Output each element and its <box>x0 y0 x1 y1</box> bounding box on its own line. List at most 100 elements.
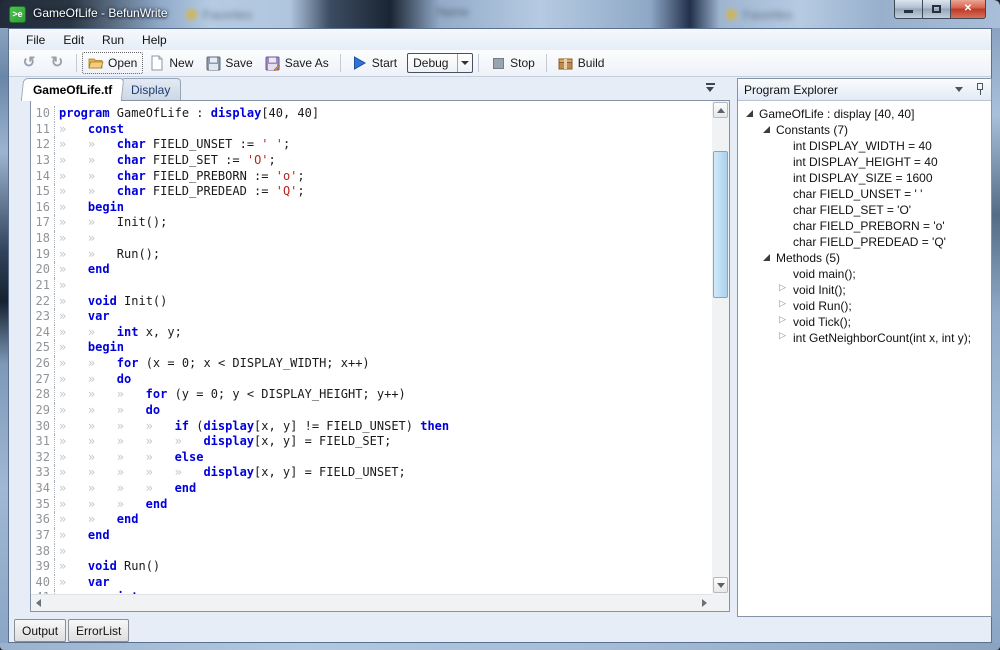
tree-item[interactable]: GameOfLife : display [40, 40] <box>738 106 991 122</box>
tab-errorlist[interactable]: ErrorList <box>68 619 129 642</box>
tree-item[interactable]: void main(); <box>738 266 991 282</box>
horizontal-scrollbar[interactable] <box>31 594 712 611</box>
code-line[interactable]: 30»»»»if (display[x, y] != FIELD_UNSET) … <box>31 419 712 435</box>
undo-button[interactable]: ↺ <box>15 52 43 74</box>
code-line[interactable]: 36»»end <box>31 512 712 528</box>
menu-run[interactable]: Run <box>93 31 133 49</box>
expander-expanded-icon[interactable] <box>762 125 772 135</box>
stop-button[interactable]: Stop <box>484 52 541 74</box>
tree-item[interactable]: void Init(); <box>738 282 991 298</box>
code-line[interactable]: 31»»»»»display[x, y] = FIELD_SET; <box>31 434 712 450</box>
expander-expanded-icon[interactable] <box>745 109 755 119</box>
tab-marker: » <box>117 450 146 466</box>
minimize-button[interactable] <box>894 0 923 19</box>
line-number: 26 <box>31 356 55 372</box>
code-line[interactable]: 12»»char FIELD_UNSET := ' '; <box>31 137 712 153</box>
menu-file[interactable]: File <box>17 31 54 49</box>
code-line[interactable]: 14»»char FIELD_PREBORN := 'o'; <box>31 169 712 185</box>
app-window: Favorites Name Favorites >e GameOfLife -… <box>0 0 1000 650</box>
code-area[interactable]: 10program GameOfLife : display[40, 40]11… <box>31 101 712 594</box>
code-line[interactable]: 35»»»end <box>31 497 712 513</box>
code-line[interactable]: 28»»»for (y = 0; y < DISPLAY_HEIGHT; y++… <box>31 387 712 403</box>
code-line[interactable]: 10program GameOfLife : display[40, 40] <box>31 106 712 122</box>
expander-collapsed-icon[interactable] <box>779 301 789 311</box>
expander-collapsed-icon[interactable] <box>779 333 789 343</box>
expander-expanded-icon[interactable] <box>762 253 772 263</box>
code-line[interactable]: 27»»do <box>31 372 712 388</box>
line-number: 35 <box>31 497 55 513</box>
titlebar[interactable]: Favorites Name Favorites >e GameOfLife -… <box>0 0 1000 28</box>
tab-output[interactable]: Output <box>14 619 66 642</box>
scroll-down-button[interactable] <box>713 577 728 593</box>
line-number: 37 <box>31 528 55 544</box>
tab-gameoflife[interactable]: GameOfLife.tf <box>21 78 125 101</box>
tab-list-dropdown-icon[interactable] <box>704 82 716 94</box>
tree-item[interactable]: Constants (7) <box>738 122 991 138</box>
line-number: 11 <box>31 122 55 138</box>
build-button[interactable]: Build <box>552 52 611 74</box>
tree-item[interactable]: int DISPLAY_HEIGHT = 40 <box>738 154 991 170</box>
tree-item[interactable]: int DISPLAY_WIDTH = 40 <box>738 138 991 154</box>
code-line[interactable]: 24»»int x, y; <box>31 325 712 341</box>
new-file-icon <box>149 55 165 71</box>
code-line[interactable]: 19»»Run(); <box>31 247 712 263</box>
tree-item[interactable]: char FIELD_SET = 'O' <box>738 202 991 218</box>
start-button[interactable]: Start <box>346 52 403 74</box>
vertical-scrollbar[interactable] <box>712 101 729 594</box>
maximize-button[interactable] <box>923 0 951 19</box>
code-line[interactable]: 29»»»do <box>31 403 712 419</box>
code-line[interactable]: 38» <box>31 544 712 560</box>
vertical-scroll-thumb[interactable] <box>713 151 728 298</box>
code-line[interactable]: 22»void Init() <box>31 294 712 310</box>
code-line[interactable]: 21» <box>31 278 712 294</box>
code-line[interactable]: 26»»for (x = 0; x < DISPLAY_WIDTH; x++) <box>31 356 712 372</box>
tree-item[interactable]: void Tick(); <box>738 314 991 330</box>
code-line[interactable]: 13»»char FIELD_SET := 'O'; <box>31 153 712 169</box>
window-title: GameOfLife - BefunWrite <box>33 6 168 20</box>
window-border-left <box>0 28 8 650</box>
menu-edit[interactable]: Edit <box>54 31 93 49</box>
tab-display[interactable]: Display <box>120 78 181 100</box>
scroll-up-button[interactable] <box>713 102 728 118</box>
close-button[interactable]: ✕ <box>951 0 986 19</box>
code-line[interactable]: 15»»char FIELD_PREDEAD := 'Q'; <box>31 184 712 200</box>
code-line[interactable]: 23»var <box>31 309 712 325</box>
code-line[interactable]: 17»»Init(); <box>31 215 712 231</box>
code-line[interactable]: 18»» <box>31 231 712 247</box>
new-button[interactable]: New <box>143 52 199 74</box>
debug-mode-select[interactable]: Debug <box>407 53 473 73</box>
redo-button[interactable]: ↻ <box>43 52 71 74</box>
menu-help[interactable]: Help <box>133 31 176 49</box>
code-line[interactable]: 25»begin <box>31 340 712 356</box>
code-line[interactable]: 34»»»»end <box>31 481 712 497</box>
background-window-text: Favorites <box>203 8 252 22</box>
code-line[interactable]: 37»end <box>31 528 712 544</box>
panel-menu-icon[interactable] <box>955 87 963 92</box>
code-line[interactable]: 16»begin <box>31 200 712 216</box>
line-number: 34 <box>31 481 55 497</box>
save-button[interactable]: Save <box>199 52 258 74</box>
code-line[interactable]: 11»const <box>31 122 712 138</box>
scroll-left-icon[interactable] <box>36 599 41 607</box>
code-line[interactable]: 33»»»»»display[x, y] = FIELD_UNSET; <box>31 465 712 481</box>
pin-icon[interactable] <box>975 83 985 96</box>
debug-mode-value: Debug <box>408 56 457 70</box>
code-line[interactable]: 39»void Run() <box>31 559 712 575</box>
code-line[interactable]: 40»var <box>31 575 712 591</box>
code-line[interactable]: 32»»»»else <box>31 450 712 466</box>
tree-item[interactable]: int GetNeighborCount(int x, int y); <box>738 330 991 346</box>
open-button[interactable]: Open <box>82 52 143 74</box>
tree-item[interactable]: char FIELD_PREBORN = 'o' <box>738 218 991 234</box>
save-as-button[interactable]: Save As <box>259 52 335 74</box>
expander-collapsed-icon[interactable] <box>779 285 789 295</box>
expander-collapsed-icon[interactable] <box>779 317 789 327</box>
tree-item[interactable]: int DISPLAY_SIZE = 1600 <box>738 170 991 186</box>
tab-marker: » <box>146 450 175 466</box>
toolbar-separator <box>546 54 547 72</box>
tree-item[interactable]: Methods (5) <box>738 250 991 266</box>
tree-item[interactable]: void Run(); <box>738 298 991 314</box>
tree-item[interactable]: char FIELD_PREDEAD = 'Q' <box>738 234 991 250</box>
tree-item[interactable]: char FIELD_UNSET = ' ' <box>738 186 991 202</box>
code-line[interactable]: 20»end <box>31 262 712 278</box>
scroll-right-icon[interactable] <box>702 599 707 607</box>
